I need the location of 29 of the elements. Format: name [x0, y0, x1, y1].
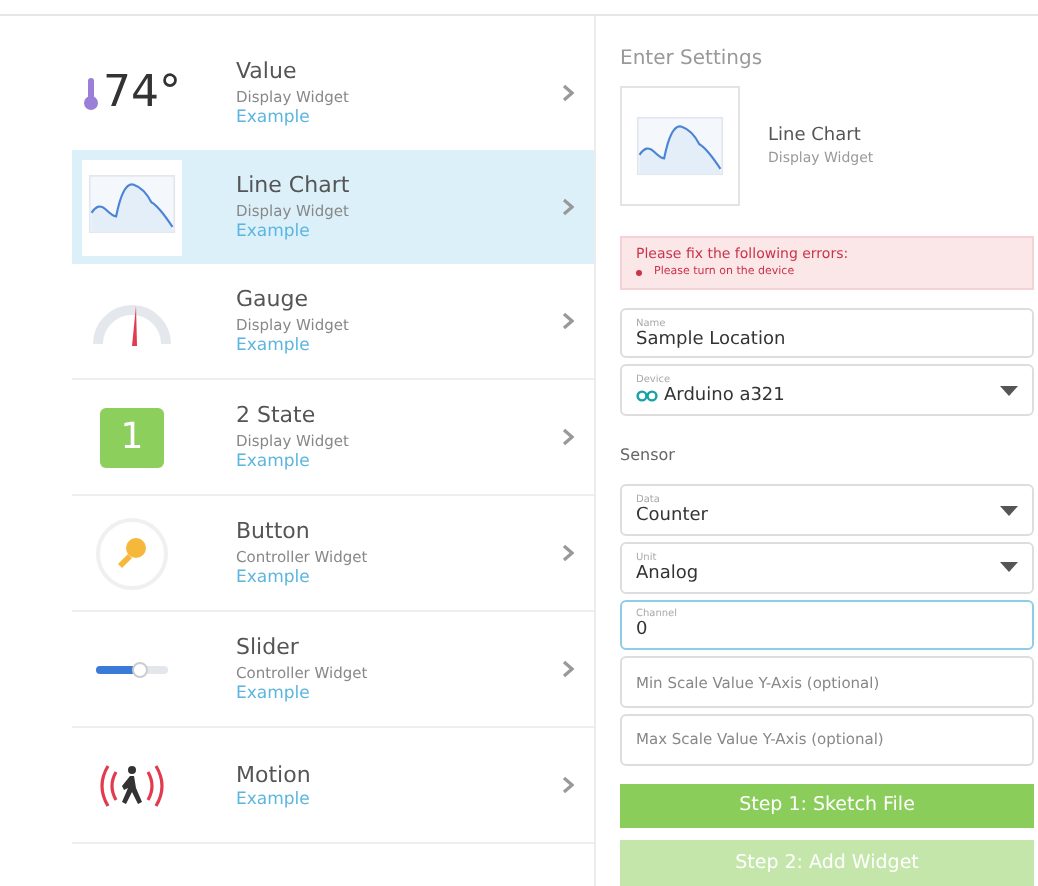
widget-title: 2 State	[236, 402, 318, 428]
chevron-right-icon	[562, 428, 574, 446]
temperature-value: 74°	[103, 68, 181, 118]
section-label: Sensor	[620, 446, 677, 465]
chevron-right-icon	[562, 544, 574, 562]
widget-list-item[interactable]: Motion Example	[72, 728, 594, 844]
motion-sensor-icon	[96, 761, 168, 809]
dropdown-caret-icon	[1000, 562, 1018, 573]
widget-title: Button	[236, 518, 312, 544]
settings-heading: Enter Settings	[620, 48, 765, 70]
widget-title: Value	[236, 58, 299, 84]
thermometer-icon	[83, 77, 97, 109]
preview-title: Line Chart	[768, 126, 863, 146]
lightbulb-button-icon	[96, 517, 168, 589]
state-indicator: 1	[100, 407, 164, 467]
widget-title: Line Chart	[236, 172, 352, 198]
chevron-right-icon	[562, 312, 574, 330]
bullet-icon	[636, 269, 642, 275]
chevron-right-icon	[562, 84, 574, 102]
line-chart-icon	[636, 116, 724, 176]
widget-title: Slider	[236, 634, 301, 660]
slider-icon	[94, 659, 170, 679]
chevron-right-icon	[562, 660, 574, 678]
chevron-right-icon	[562, 198, 574, 216]
widget-title: Gauge	[236, 286, 310, 312]
dropdown-caret-icon	[1000, 385, 1018, 396]
widget-title: Motion	[236, 761, 313, 787]
chevron-right-icon	[562, 776, 574, 794]
dropdown-caret-icon	[1000, 505, 1018, 515]
